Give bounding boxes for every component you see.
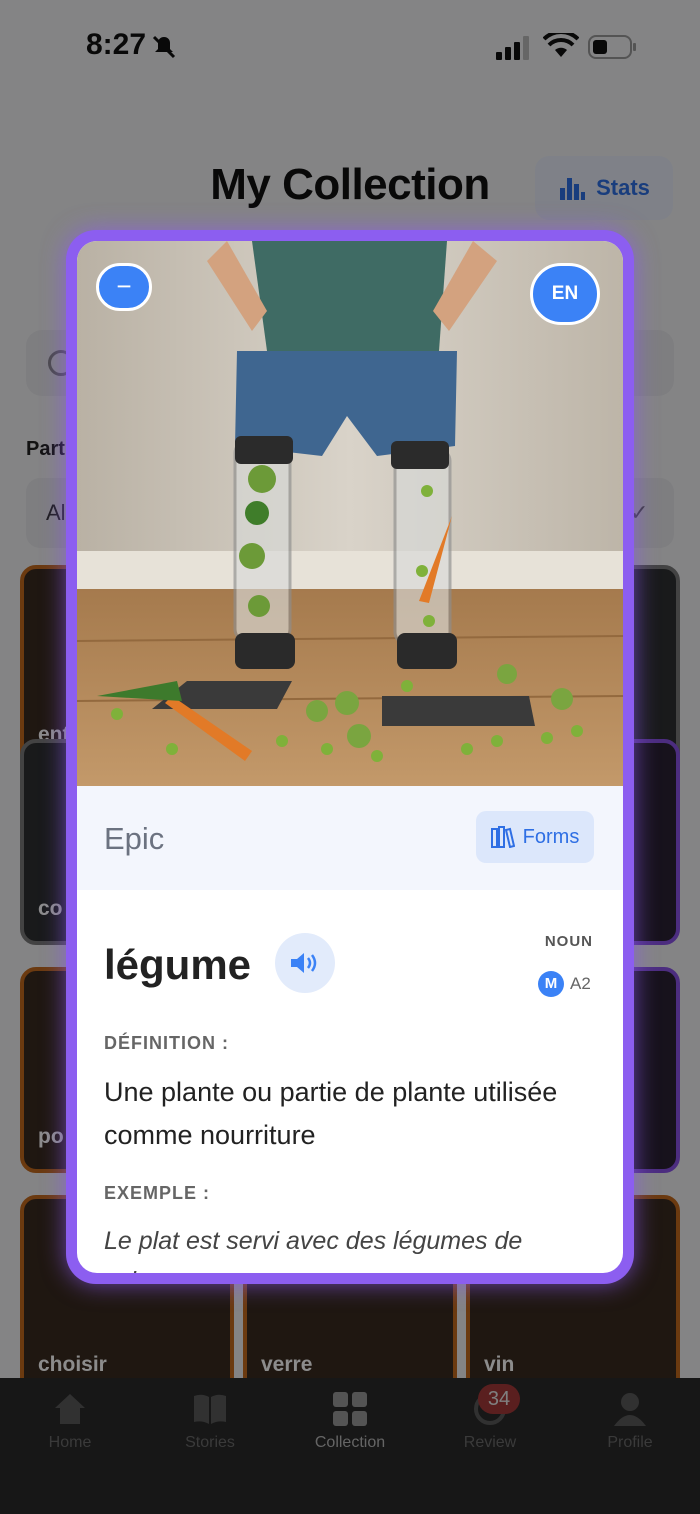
rarity-label: Epic (104, 821, 165, 856)
gender-badge: M (538, 971, 564, 997)
word-card: − EN Epic Forms légume NOUN M A2 DÉFINIT… (66, 230, 634, 1284)
collapse-button[interactable]: − (96, 263, 152, 311)
forms-button[interactable]: Forms (476, 811, 594, 863)
word-title: légume (104, 941, 252, 988)
level-label: A2 (570, 974, 591, 993)
example-label: EXEMPLE : (104, 1183, 211, 1203)
word-card-content: − EN Epic Forms légume NOUN M A2 DÉFINIT… (77, 241, 623, 1273)
forms-label: Forms (522, 825, 580, 848)
word-illustration (77, 241, 623, 786)
definition-label: DÉFINITION : (104, 1033, 229, 1053)
screen: 8:27 My Collection Stats Part Al ✓ ent c… (0, 0, 700, 1514)
part-of-speech: NOUN (544, 933, 593, 950)
pronounce-button[interactable] (275, 933, 335, 993)
language-toggle-button[interactable]: EN (530, 263, 600, 325)
definition-text: Une plante ou partie de plante utilisée … (104, 1077, 558, 1150)
speaker-icon (291, 953, 317, 973)
rarity-bar: Epic Forms (77, 786, 623, 890)
books-icon (490, 826, 515, 848)
example-text: Le plat est servi avec des légumes de sa… (104, 1227, 523, 1273)
